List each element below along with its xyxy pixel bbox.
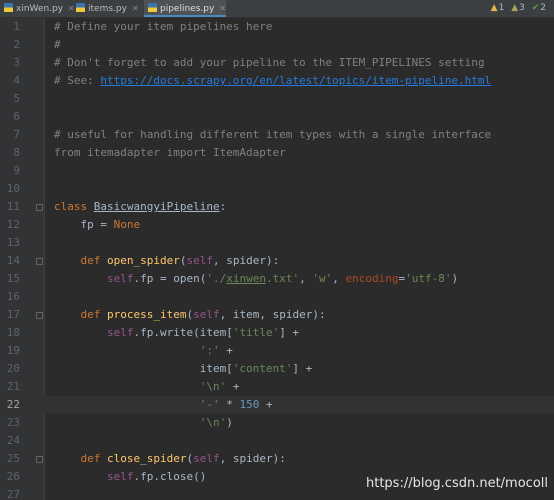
- code-line[interactable]: 22 '-' * 150 +: [0, 396, 554, 414]
- code-text: ':' +: [199, 344, 233, 357]
- code-text: item['content'] +: [54, 362, 313, 375]
- line-number: 11: [6, 200, 20, 213]
- code-editor: xinWen.py ✕ items.py ✕ pipelines.py ✕ ▲1 ▲3…: [0, 0, 554, 500]
- code-text: self.fp = open('./xinwen.txt', 'w', enco…: [106, 272, 459, 285]
- line-number: 8: [13, 146, 20, 159]
- code-line[interactable]: 1 # Define your item pipelines here: [0, 18, 554, 36]
- code-line[interactable]: 25 def close_spider(self, spider):: [0, 450, 554, 468]
- line-number: 2: [13, 38, 20, 51]
- fold-toggle[interactable]: [36, 258, 43, 265]
- code-line[interactable]: 18 self.fp.write(item['title'] +: [0, 324, 554, 342]
- line-number: 21: [6, 380, 20, 393]
- warning-count[interactable]: ▲1: [491, 0, 505, 17]
- code-text: def process_item(self, item, spider):: [80, 308, 326, 321]
- code-line[interactable]: 14 def open_spider(self, spider):: [0, 252, 554, 270]
- code-line[interactable]: 20 item['content'] +: [0, 360, 554, 378]
- close-icon[interactable]: ✕: [132, 0, 139, 17]
- line-number: 12: [6, 218, 20, 231]
- line-number: 1: [13, 20, 20, 33]
- warning-icon: ▲: [490, 3, 498, 13]
- code-text: '-' * 150 +: [199, 398, 273, 411]
- weak-warning-icon: ▲: [511, 3, 519, 13]
- typo-count[interactable]: ✔2: [532, 0, 546, 17]
- code-line[interactable]: 17 def process_item(self, item, spider):: [0, 306, 554, 324]
- line-number: 18: [6, 326, 20, 339]
- code-line[interactable]: 3 # Don't forget to add your pipeline to …: [0, 54, 554, 72]
- code-line[interactable]: 24: [0, 432, 554, 450]
- code-line[interactable]: 7 # useful for handling different item ty…: [0, 126, 554, 144]
- line-number: 22: [6, 398, 20, 411]
- code-text: def open_spider(self, spider):: [80, 254, 280, 267]
- line-number: 17: [6, 308, 20, 321]
- tab-label: items.py: [88, 4, 127, 14]
- code-text: # Define your item pipelines here: [54, 20, 273, 33]
- code-text: self.fp.close(): [106, 470, 207, 483]
- code-line[interactable]: 15 self.fp = open('./xinwen.txt', 'w', e…: [0, 270, 554, 288]
- line-number: 15: [6, 272, 20, 285]
- code-line[interactable]: 23 '\n'): [0, 414, 554, 432]
- line-number: 14: [6, 254, 20, 267]
- fold-toggle[interactable]: [36, 456, 43, 463]
- weak-warning-count[interactable]: ▲3: [511, 0, 525, 17]
- code-text: '\n' +: [199, 380, 240, 393]
- code-text: fp = None: [54, 218, 141, 231]
- code-text: def close_spider(self, spider):: [80, 452, 286, 465]
- code-text: # See: https://docs.scrapy.org/en/latest…: [54, 74, 492, 87]
- line-number: 13: [6, 236, 20, 249]
- line-number: 26: [6, 470, 20, 483]
- code-line[interactable]: 4 # See: https://docs.scrapy.org/en/lates…: [0, 72, 554, 90]
- tab-xinwen-py[interactable]: xinWen.py ✕: [0, 0, 75, 17]
- close-icon[interactable]: ✕: [219, 0, 226, 17]
- python-file-icon: [76, 3, 85, 12]
- tab-items-py[interactable]: items.py ✕: [72, 0, 142, 17]
- tab-label: xinWen.py: [16, 4, 64, 14]
- code-line[interactable]: 12 fp = None: [0, 216, 554, 234]
- fold-toggle[interactable]: [36, 204, 43, 211]
- tab-pipelines-py[interactable]: pipelines.py ✕: [144, 0, 226, 17]
- tab-label: pipelines.py: [160, 4, 215, 14]
- code-line[interactable]: 2 #: [0, 36, 554, 54]
- code-line[interactable]: 9: [0, 162, 554, 180]
- code-line[interactable]: 19 ':' +: [0, 342, 554, 360]
- fold-toggle[interactable]: [36, 312, 43, 319]
- code-text: class BasicwangyiPipeline:: [54, 200, 227, 213]
- code-line[interactable]: 21 '\n' +: [0, 378, 554, 396]
- line-number: 6: [13, 110, 20, 123]
- code-text: self.fp.write(item['title'] +: [106, 326, 300, 339]
- python-file-icon: [148, 3, 157, 12]
- code-text: '\n'): [199, 416, 233, 429]
- line-number: 3: [13, 56, 20, 69]
- python-file-icon: [4, 3, 13, 12]
- line-number: 7: [13, 128, 20, 141]
- line-number: 19: [6, 344, 20, 357]
- code-line[interactable]: 10: [0, 180, 554, 198]
- line-number: 25: [6, 452, 20, 465]
- line-number: 10: [6, 182, 20, 195]
- inspection-widget[interactable]: ▲1 ▲3 ✔2: [487, 0, 546, 17]
- line-number: 5: [13, 92, 20, 105]
- line-number: 9: [13, 164, 20, 177]
- code-line[interactable]: 6: [0, 108, 554, 126]
- line-number: 16: [6, 290, 20, 303]
- code-text: #: [54, 38, 61, 51]
- code-text: # useful for handling different item typ…: [54, 128, 492, 141]
- line-number: 24: [6, 434, 20, 447]
- code-line[interactable]: 16: [0, 288, 554, 306]
- code-line[interactable]: 5: [0, 90, 554, 108]
- code-line[interactable]: 11 class BasicwangyiPipeline:: [0, 198, 554, 216]
- checkmark-icon: ✔: [531, 3, 540, 13]
- line-number: 4: [13, 74, 20, 87]
- line-number: 20: [6, 362, 20, 375]
- watermark-text: https://blog.csdn.net/mocoll: [366, 476, 548, 491]
- code-text: # Don't forget to add your pipeline to t…: [54, 56, 485, 69]
- editor-tab-bar: xinWen.py ✕ items.py ✕ pipelines.py ✕ ▲1 ▲3…: [0, 0, 554, 18]
- line-number: 23: [6, 416, 20, 429]
- code-text: from itemadapter import ItemAdapter: [54, 146, 286, 159]
- code-line[interactable]: 8 from itemadapter import ItemAdapter: [0, 144, 554, 162]
- line-number: 27: [6, 488, 20, 500]
- code-line[interactable]: 13: [0, 234, 554, 252]
